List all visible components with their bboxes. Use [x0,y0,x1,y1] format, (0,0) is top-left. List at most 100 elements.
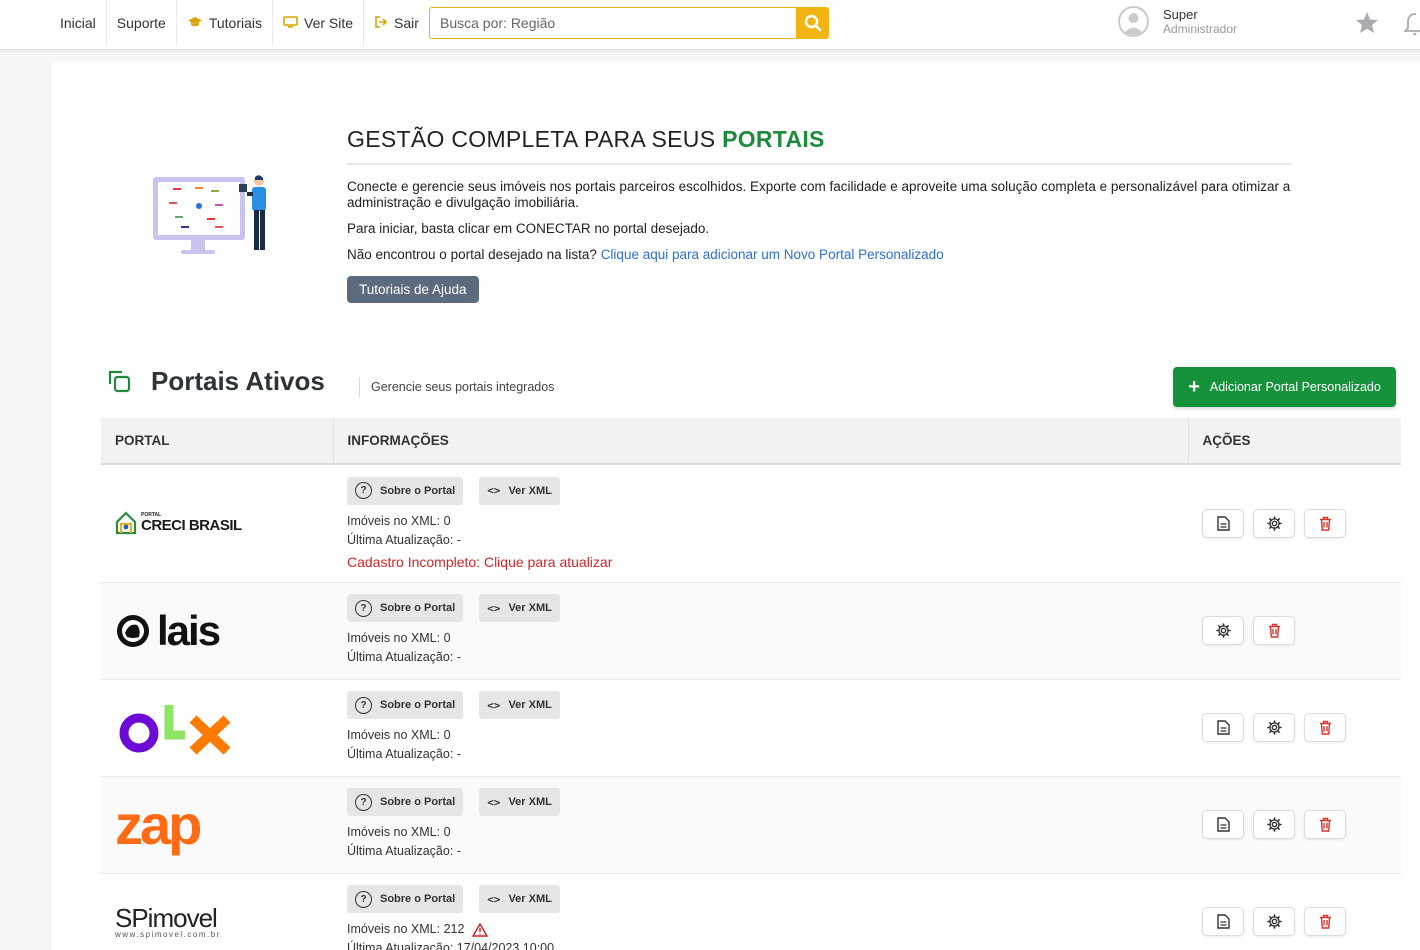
help-tutorials-button[interactable]: Tutoriais de Ajuda [347,276,479,303]
portal-info-cell: ? Sobre o Portal <> Ver XML Imóveis no XML… [333,776,1188,874]
trash-icon [1319,914,1331,929]
last-update: Última Atualização: - [347,747,461,761]
portal-logo-cell: zap [101,776,333,874]
gear-icon [1266,817,1282,832]
settings-button[interactable] [1253,508,1295,538]
portals-table: PORTAL INFORMAÇÕES AÇÕES PORTAL CRECI BR… [101,418,1401,950]
column-header-portal: PORTAL [101,418,333,465]
view-xml-button[interactable]: <> Ver XML [479,691,560,719]
delete-button[interactable] [1304,508,1346,538]
section-title: Portais Ativos [151,366,325,396]
portals-illustration [151,174,276,269]
settings-button[interactable] [1253,810,1295,839]
trash-icon [1319,720,1331,735]
trash-icon [1268,623,1280,638]
trash-icon [1319,516,1331,531]
zap-logo: zap [115,792,202,856]
nav-item-sair[interactable]: Sair [364,0,429,46]
portal-actions-cell [1188,776,1401,874]
portal-actions-cell [1188,464,1401,583]
trash-icon [1319,817,1331,832]
user-menu[interactable]: Super Administrador [1118,6,1237,37]
active-portals-header: Portais Ativos Gerencie seus portais int… [106,362,1401,414]
top-nav: Inicial Suporte Tutoriais Ver Site Sair [50,0,429,46]
portal-actions-cell [1188,582,1401,680]
portal-info-cell: ? Sobre o Portal <> Ver XML Imóveis no XML… [333,679,1188,777]
search-input[interactable] [429,7,796,39]
delete-button[interactable] [1304,810,1346,839]
report-button[interactable] [1202,508,1244,538]
search-icon [804,14,821,32]
table-row: PORTAL CRECI BRASIL ? Sobre o Portal <> Ve… [101,464,1401,583]
incomplete-registration-link[interactable]: Cadastro Incompleto: Clique para atualiz… [347,554,1188,570]
view-xml-button[interactable]: <> Ver XML [479,594,560,622]
view-xml-button[interactable]: <> Ver XML [479,885,560,913]
section-subtitle: Gerencie seus portais integrados [359,377,554,397]
main-card: GESTÃO COMPLETA PARA SEUS PORTAIS Conect… [50,62,1420,950]
report-button[interactable] [1202,810,1244,839]
top-bar: Inicial Suporte Tutoriais Ver Site Sair [0,0,1420,50]
code-icon: <> [487,484,501,498]
code-icon: <> [487,601,501,615]
about-portal-button[interactable]: ? Sobre o Portal [347,691,464,719]
last-update: Última Atualização: - [347,844,461,858]
table-row: lais ? Sobre o Portal <> Ver XML Imóveis n… [101,582,1401,680]
graduation-cap-icon [187,16,203,30]
about-portal-button[interactable]: ? Sobre o Portal [347,885,464,913]
delete-button[interactable] [1304,713,1346,742]
report-button[interactable] [1202,713,1244,742]
portal-logo-cell: SPimovel www.spimovel.com.br [101,873,333,950]
portal-actions-cell [1188,679,1401,777]
add-custom-portal-button[interactable]: + Adicionar Portal Personalizado [1173,367,1396,407]
settings-button[interactable] [1253,907,1295,936]
nav-item-suporte[interactable]: Suporte [107,0,177,46]
lais-logo: lais [115,609,333,652]
delete-button[interactable] [1253,616,1295,645]
xml-count: Imóveis no XML: 0 [347,825,451,839]
xml-count: Imóveis no XML: 212 [347,922,465,936]
gear-icon [1215,623,1231,638]
document-icon [1216,817,1230,832]
notifications-button[interactable] [1402,10,1420,41]
delete-button[interactable] [1304,907,1346,936]
about-portal-button[interactable]: ? Sobre o Portal [347,594,464,622]
table-row: zap ? Sobre o Portal <> Ver XML Imóveis no… [101,776,1401,874]
portal-info-cell: ? Sobre o Portal <> Ver XML Imóveis no XML… [333,582,1188,680]
document-icon [1216,914,1230,929]
view-xml-button[interactable]: <> Ver XML [479,476,560,505]
favorites-button[interactable] [1355,11,1379,39]
report-button[interactable] [1202,907,1244,936]
olx-logo [115,695,333,760]
add-custom-portal-link[interactable]: Clique aqui para adicionar um Novo Porta… [601,247,944,262]
last-update: Última Atualização: - [347,532,461,547]
question-icon: ? [355,696,372,714]
document-icon [1216,516,1230,531]
monitor-icon [283,16,298,30]
nav-item-inicial[interactable]: Inicial [50,0,107,46]
hero-section: GESTÃO COMPLETA PARA SEUS PORTAIS Conect… [347,126,1292,303]
nav-item-ver-site[interactable]: Ver Site [273,0,365,46]
user-role: Administrador [1163,21,1238,36]
about-portal-button[interactable]: ? Sobre o Portal [347,788,464,816]
column-header-actions: AÇÕES [1187,418,1401,465]
portal-logo-cell: PORTAL CRECI BRASIL [101,464,333,583]
xml-count: Imóveis no XML: 0 [347,513,451,528]
warning-icon[interactable] [472,922,489,937]
search-button[interactable] [796,7,829,39]
code-icon: <> [487,892,501,906]
gear-icon [1266,515,1282,531]
settings-button[interactable] [1253,713,1295,742]
hero-description: Conecte e gerencie seus imóveis nos port… [347,179,1291,210]
view-xml-button[interactable]: <> Ver XML [479,788,560,816]
user-icon [1123,13,1144,35]
house-logo-icon [115,511,137,535]
about-portal-button[interactable]: ? Sobre o Portal [347,476,464,505]
hero-instruction: Para iniciar, basta clicar em CONECTAR n… [347,221,710,236]
gear-icon [1266,720,1282,735]
settings-button[interactable] [1202,616,1244,645]
lion-emblem-icon [117,614,149,647]
portal-logo-cell: lais [101,582,333,680]
nav-item-tutoriais[interactable]: Tutoriais [177,0,274,46]
portal-actions-cell [1188,873,1401,950]
code-icon: <> [487,795,501,809]
